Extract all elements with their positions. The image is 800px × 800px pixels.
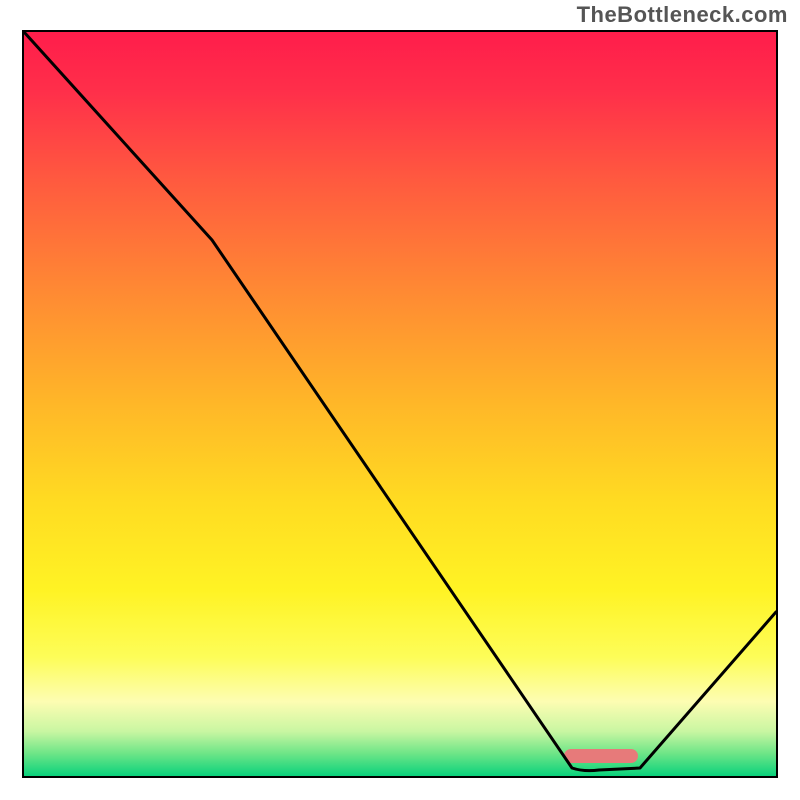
chart-container: TheBottleneck.com — [0, 0, 800, 800]
background-gradient — [24, 32, 776, 776]
optimal-range-marker — [564, 749, 638, 763]
watermark-text: TheBottleneck.com — [577, 2, 788, 28]
plot-area — [22, 30, 778, 778]
